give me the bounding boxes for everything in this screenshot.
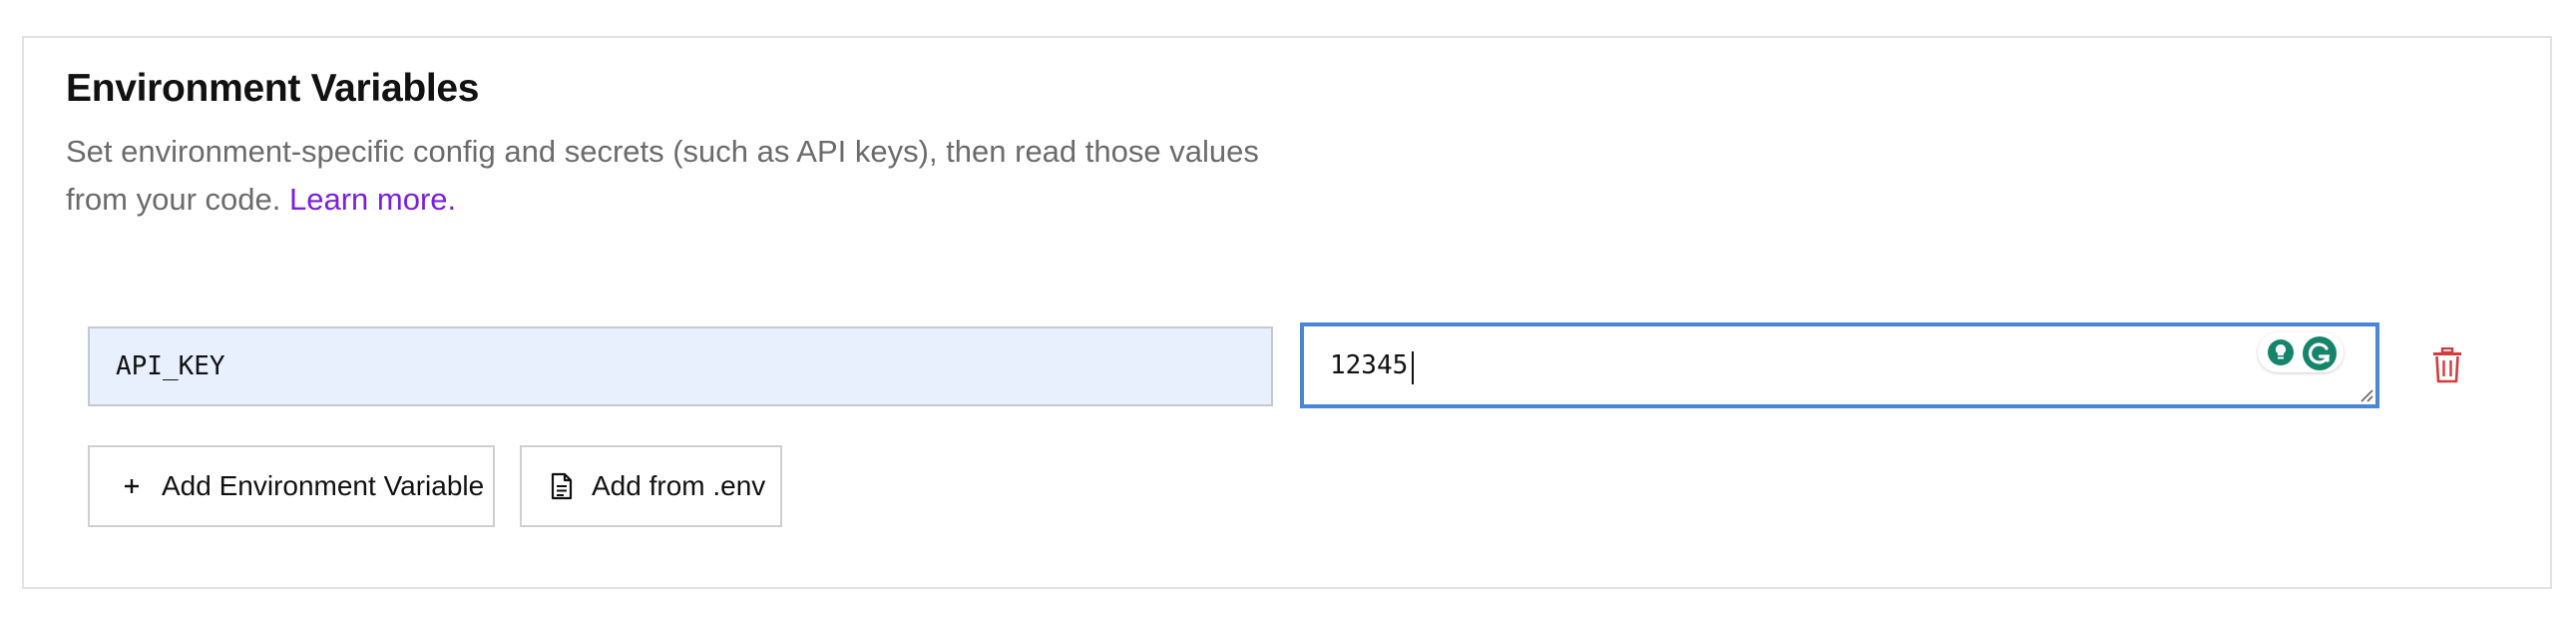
env-value-input[interactable] [1304,326,2375,404]
extension-icons[interactable] [2258,332,2344,372]
text-caret [1412,351,1414,384]
trash-icon[interactable] [2432,347,2462,383]
learn-more-link[interactable]: Learn more. [289,182,456,217]
add-from-env-button[interactable]: Add from .env [520,445,782,527]
description-text: Set environment-specific config and secr… [66,134,1259,217]
grammarly-icon[interactable] [2302,335,2338,371]
plus-icon [125,479,139,493]
resize-grip-icon[interactable] [2358,386,2373,402]
add-environment-variable-label: Add Environment Variable [162,470,485,501]
section-description: Set environment-specific config and secr… [66,128,1263,224]
bulb-icon[interactable] [2268,339,2294,365]
add-from-env-label: Add from .env [592,470,766,501]
env-key-input[interactable] [88,326,1273,406]
section-title: Environment Variables [66,67,480,110]
file-icon [551,472,573,500]
env-value-field[interactable] [1300,322,2379,408]
add-environment-variable-button[interactable]: Add Environment Variable [88,445,495,527]
